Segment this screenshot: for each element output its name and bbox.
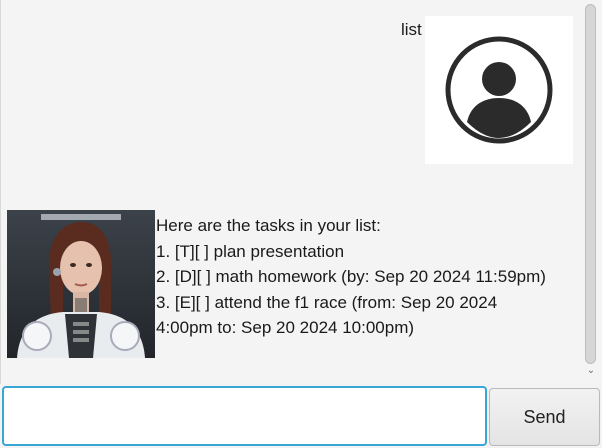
scrollbar-thumb[interactable] <box>585 4 596 364</box>
message-input[interactable] <box>2 386 487 446</box>
user-avatar <box>425 16 573 164</box>
user-profile-icon <box>445 36 553 144</box>
chevron-down-icon[interactable]: ⌄ <box>586 366 596 376</box>
bot-message-text: Here are the tasks in your list: 1. [T][… <box>156 216 546 338</box>
chat-dialog-container: list Here are the tasks in your list: 1.… <box>0 0 602 384</box>
bot-avatar <box>7 210 155 358</box>
robot-woman-portrait <box>7 210 155 358</box>
user-message-text: list <box>401 20 422 39</box>
vertical-scrollbar[interactable]: ⌄ <box>581 0 601 384</box>
send-button[interactable]: Send <box>489 388 600 446</box>
